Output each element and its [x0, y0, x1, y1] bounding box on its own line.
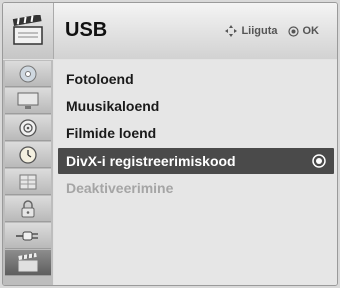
hint-move-label: Liiguta: [241, 25, 278, 37]
monitor-icon: [17, 92, 39, 109]
sidebar-item-disc[interactable]: [5, 61, 51, 87]
sidebar-item-picture[interactable]: [5, 88, 51, 114]
header-icon-cell: [3, 3, 54, 59]
menu-item-label: Fotoloend: [66, 71, 134, 87]
menu-item-movie-list[interactable]: Filmide loend: [54, 120, 337, 146]
sidebar-item-audio[interactable]: [5, 115, 51, 141]
clapperboard-icon: [12, 15, 43, 45]
disc-icon: [19, 65, 37, 82]
usb-menu-window: USB Liiguta OK Fotoloend Muusikaloend Fi…: [2, 2, 338, 286]
menu-item-photo-list[interactable]: Fotoloend: [54, 66, 337, 92]
sidebar-item-usb[interactable]: [5, 250, 51, 276]
grid-icon: [19, 174, 37, 189]
sidebar-item-option[interactable]: [5, 169, 51, 195]
hint-ok-label: OK: [302, 25, 320, 37]
menu-item-label: Filmide loend: [66, 125, 157, 141]
menu-item-music-list[interactable]: Muusikaloend: [54, 93, 337, 119]
clock-icon: [19, 145, 37, 164]
menu-header: USB Liiguta OK: [3, 3, 337, 59]
menu-item-label: Muusikaloend: [66, 98, 160, 114]
menu-item-label: DivX-i registreerimiskood: [66, 153, 236, 169]
clapperboard-icon: [18, 252, 38, 271]
lock-icon: [21, 199, 35, 217]
sidebar-item-lock[interactable]: [5, 196, 51, 222]
four-way-arrow-icon: [225, 25, 238, 37]
ok-select-icon: [312, 154, 326, 168]
category-sidebar: [3, 60, 53, 285]
menu-item-label: Deaktiveerimine: [66, 180, 174, 196]
sidebar-item-time[interactable]: [5, 142, 51, 168]
ok-button-icon: [287, 25, 299, 37]
navigation-hint: Liiguta OK: [225, 25, 319, 37]
menu-item-deactivation: Deaktiveerimine: [54, 175, 337, 201]
plug-icon: [16, 231, 38, 240]
menu-item-divx-registration-code[interactable]: DivX-i registreerimiskood: [58, 148, 334, 174]
sidebar-item-input[interactable]: [5, 223, 51, 249]
menu-list: Fotoloend Muusikaloend Filmide loend Div…: [54, 60, 337, 285]
speaker-icon: [19, 118, 37, 137]
page-title: USB: [65, 19, 108, 41]
